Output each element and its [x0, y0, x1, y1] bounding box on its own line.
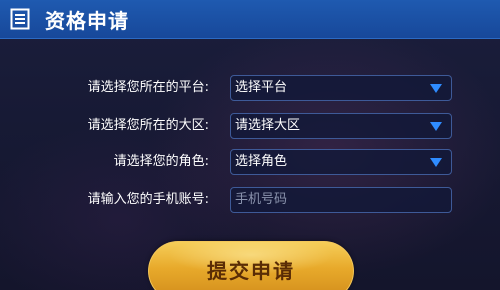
region-label: 请选择您所在的大区:: [87, 118, 209, 133]
platform-select-value: 选择平台: [235, 80, 288, 95]
chevron-down-icon: [430, 122, 442, 131]
submit-application-button[interactable]: 提交申请: [148, 241, 354, 290]
character-select[interactable]: 选择角色: [230, 149, 452, 175]
platform-label: 请选择您所在的平台:: [87, 80, 209, 95]
phone-input-placeholder: 手机号码: [235, 192, 288, 207]
character-select-value: 选择角色: [235, 154, 288, 169]
submit-button-label: 提交申请: [207, 259, 295, 283]
header-bar: 资格申请: [0, 0, 500, 39]
region-select[interactable]: 请选择大区: [230, 113, 452, 139]
platform-row: 请选择您所在的平台: 选择平台: [0, 75, 500, 101]
platform-select[interactable]: 选择平台: [230, 75, 452, 101]
phone-input[interactable]: 手机号码: [230, 187, 452, 213]
region-row: 请选择您所在的大区: 请选择大区: [0, 113, 500, 139]
character-row: 请选择您的角色: 选择角色: [0, 149, 500, 175]
region-select-value: 请选择大区: [235, 118, 301, 133]
chevron-down-icon: [430, 158, 442, 167]
page-title: 资格申请: [45, 8, 129, 33]
character-label: 请选择您的角色:: [113, 154, 209, 169]
phone-label: 请输入您的手机账号:: [87, 192, 209, 207]
chevron-down-icon: [430, 84, 442, 93]
phone-row: 请输入您的手机账号: 手机号码: [0, 187, 500, 213]
document-list-icon: [9, 8, 31, 30]
application-page: 资格申请 请选择您所在的平台: 选择平台 请选择您所在的大区: 请选择大区 请选…: [0, 0, 500, 290]
